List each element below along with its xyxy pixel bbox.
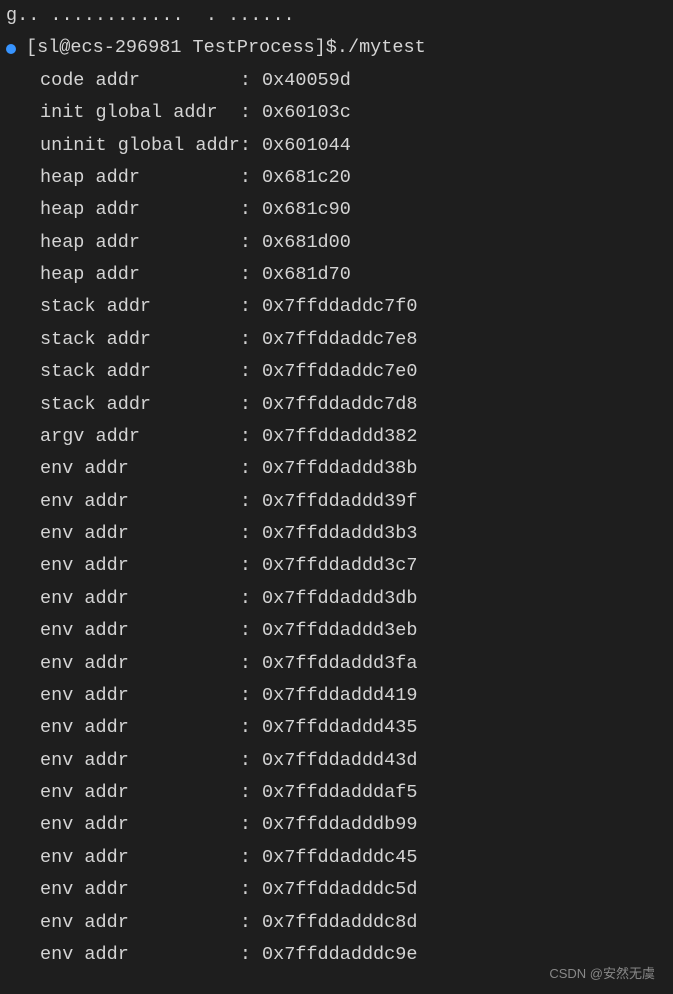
output-line: env addr : 0x7ffddaddd419	[0, 680, 673, 712]
output-line: heap addr : 0x681d70	[0, 259, 673, 291]
output-line: stack addr : 0x7ffddaddc7d8	[0, 389, 673, 421]
output-line: env addr : 0x7ffddadddc8d	[0, 907, 673, 939]
output-line: env addr : 0x7ffddaddd3b3	[0, 518, 673, 550]
output-line: stack addr : 0x7ffddaddc7e8	[0, 324, 673, 356]
output-line: env addr : 0x7ffddaddd3fa	[0, 648, 673, 680]
output-line: argv addr : 0x7ffddaddd382	[0, 421, 673, 453]
output-line: env addr : 0x7ffddadddb99	[0, 809, 673, 841]
output-line: env addr : 0x7ffddadddaf5	[0, 777, 673, 809]
output-line: env addr : 0x7ffddaddd38b	[0, 453, 673, 485]
shell-prompt: [sl@ecs-296981 TestProcess]$	[26, 32, 337, 64]
bullet-icon	[6, 44, 16, 54]
watermark-text: CSDN @安然无虞	[549, 963, 655, 986]
output-line: env addr : 0x7ffddadddc5d	[0, 874, 673, 906]
truncated-prev-line: g.. ............ . ......	[0, 0, 673, 32]
output-line: heap addr : 0x681c90	[0, 194, 673, 226]
output-line: env addr : 0x7ffddaddd43d	[0, 745, 673, 777]
terminal-output: g.. ............ . ...... [sl@ecs-296981…	[0, 0, 673, 971]
output-line: env addr : 0x7ffddaddd435	[0, 712, 673, 744]
output-line: env addr : 0x7ffddaddd39f	[0, 486, 673, 518]
output-line: env addr : 0x7ffddaddd3db	[0, 583, 673, 615]
output-container: code addr : 0x40059dinit global addr : 0…	[0, 65, 673, 972]
output-line: heap addr : 0x681d00	[0, 227, 673, 259]
output-line: stack addr : 0x7ffddaddc7e0	[0, 356, 673, 388]
command-text: ./mytest	[337, 32, 426, 64]
output-line: code addr : 0x40059d	[0, 65, 673, 97]
output-line: init global addr : 0x60103c	[0, 97, 673, 129]
prompt-line: [sl@ecs-296981 TestProcess]$ ./mytest	[0, 32, 673, 64]
output-line: env addr : 0x7ffddaddd3c7	[0, 550, 673, 582]
output-line: env addr : 0x7ffddaddd3eb	[0, 615, 673, 647]
output-line: uninit global addr: 0x601044	[0, 130, 673, 162]
output-line: stack addr : 0x7ffddaddc7f0	[0, 291, 673, 323]
output-line: env addr : 0x7ffddadddc45	[0, 842, 673, 874]
output-line: heap addr : 0x681c20	[0, 162, 673, 194]
